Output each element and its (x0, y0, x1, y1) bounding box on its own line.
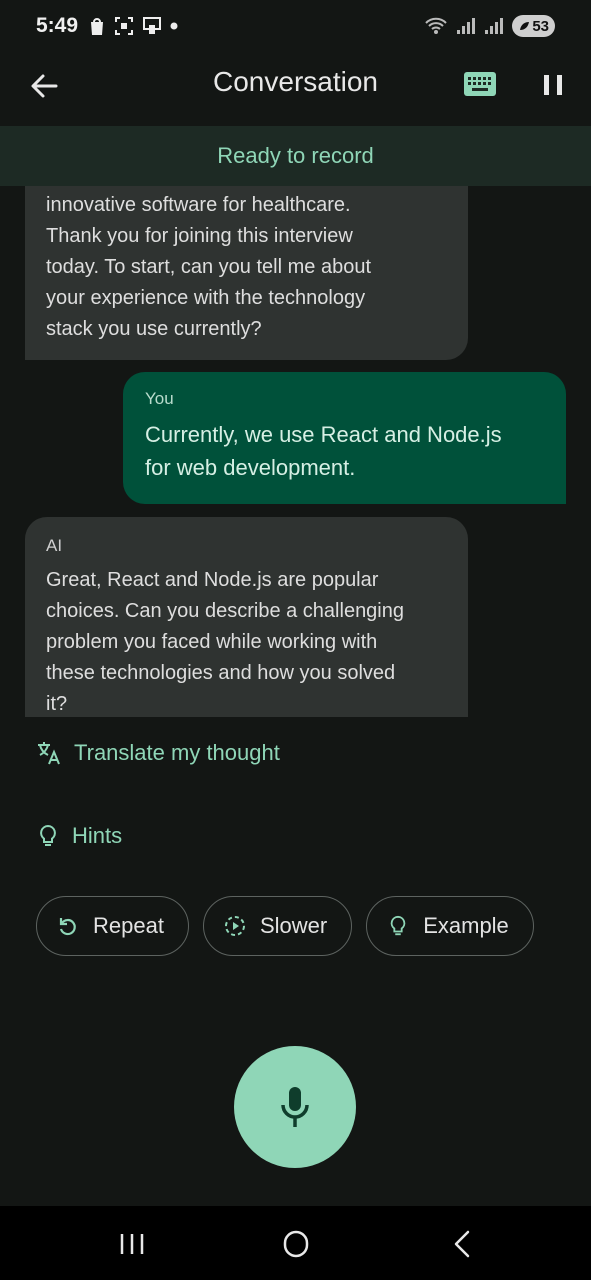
message-line: stack you use currently? (46, 318, 262, 340)
record-status-banner: Ready to record (0, 126, 591, 186)
record-mic-button[interactable] (234, 1046, 356, 1168)
signal-icon (485, 18, 504, 34)
dot-icon (170, 22, 178, 30)
status-time: 5:49 (36, 14, 79, 37)
message-line: today. To start, can you tell me about (46, 256, 371, 278)
battery-indicator: 53 (512, 15, 555, 37)
example-button[interactable]: Example (366, 896, 534, 956)
translate-label: Translate my thought (74, 740, 280, 765)
repeat-button[interactable]: Repeat (36, 896, 189, 956)
hints-label: Hints (72, 823, 123, 848)
slower-label: Slower (259, 913, 328, 938)
back-icon[interactable] (442, 1228, 482, 1260)
translate-my-thought-button[interactable]: Translate my thought (36, 740, 280, 766)
message-line: these technologies and how you solved (46, 662, 396, 684)
hints-button[interactable]: Hints (36, 823, 122, 849)
replay-icon (59, 918, 76, 936)
lightbulb-icon (390, 915, 406, 936)
example-label: Example (423, 913, 509, 938)
signal-icon (457, 18, 476, 34)
action-chips: Repeat Slower Example (36, 896, 534, 956)
microphone-icon (281, 1087, 309, 1127)
repeat-label: Repeat (93, 913, 164, 938)
cast-icon (143, 17, 162, 34)
pause-icon[interactable] (538, 70, 568, 100)
screenshot-icon (115, 17, 134, 35)
message-line: choices. Can you describe a challenging (46, 600, 404, 622)
translate-icon (38, 742, 60, 765)
status-bar: 5:49 53 (0, 0, 591, 52)
status-icons-right: 53 (424, 15, 555, 37)
message-line: Currently, we use React and Node.js (145, 422, 502, 447)
recents-icon[interactable] (112, 1228, 152, 1260)
message-line: it? (46, 693, 68, 715)
app-bar: Conversation (0, 52, 591, 126)
system-nav-bar (0, 1206, 591, 1280)
home-icon[interactable] (276, 1228, 316, 1260)
battery-saver-icon (520, 22, 530, 30)
page-title: Conversation (213, 66, 378, 97)
slower-button[interactable]: Slower (202, 896, 353, 956)
message-list[interactable]: innovative software for healthcare. Than… (0, 186, 591, 717)
ai-message-bubble: innovative software for healthcare. Than… (25, 186, 468, 360)
message-sender: You (145, 389, 174, 408)
message-line: your experience with the technology (46, 287, 366, 309)
message-line: problem you faced while working with (46, 631, 378, 653)
message-sender: AI (46, 536, 63, 555)
user-message-bubble: You Currently, we use React and Node.js … (123, 372, 566, 504)
ai-message-bubble: AI Great, React and Node.js are popular … (25, 517, 468, 717)
shopping-bag-icon (91, 18, 104, 35)
status-icons-left (88, 16, 178, 36)
message-line: Great, React and Node.js are popular (46, 569, 379, 591)
message-line: for web development. (145, 455, 356, 480)
message-line: innovative software for healthcare. (46, 194, 351, 216)
wifi-icon (425, 17, 448, 34)
lightbulb-icon (40, 824, 56, 846)
battery-level: 53 (532, 17, 549, 35)
slow-motion-icon (224, 916, 245, 936)
keyboard-icon[interactable] (463, 70, 497, 98)
message-line: Thank you for joining this interview (46, 225, 353, 247)
